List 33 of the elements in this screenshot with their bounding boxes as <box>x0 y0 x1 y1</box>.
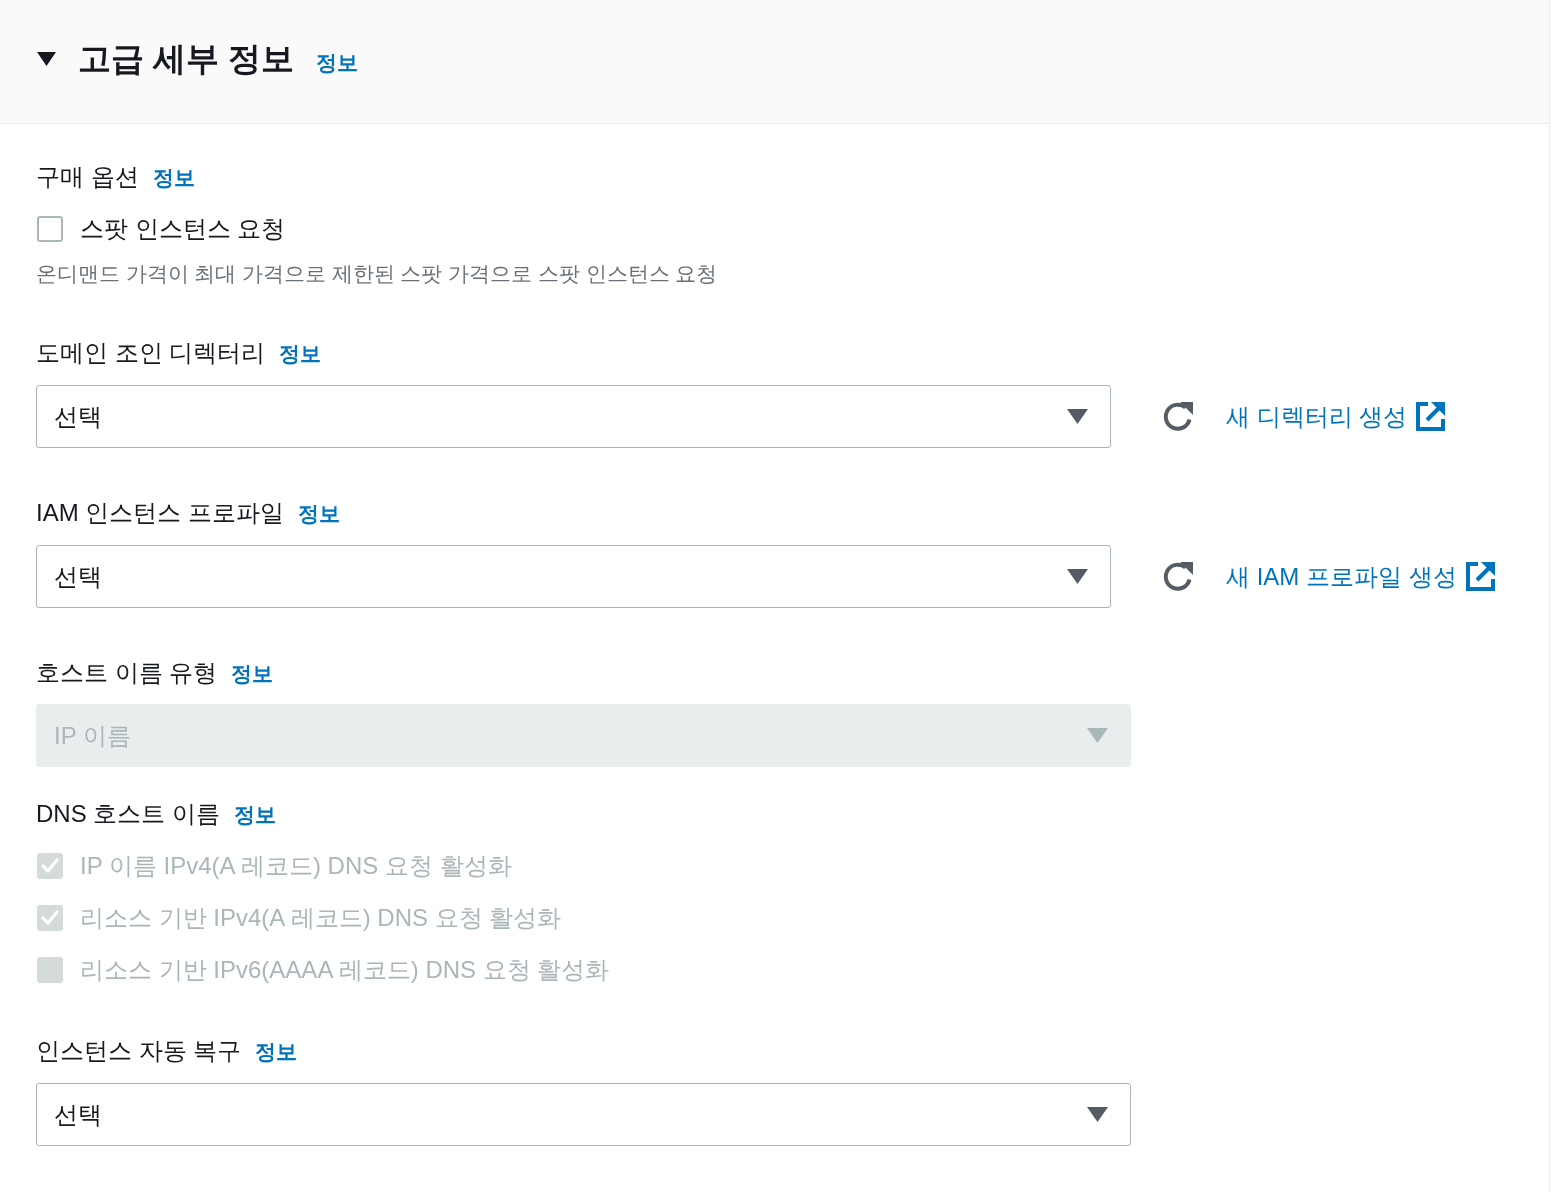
refresh-icon[interactable] <box>1161 559 1195 594</box>
external-link-icon <box>1416 402 1446 431</box>
field-label: 도메인 조인 디렉터리 <box>36 338 266 368</box>
field-description: 온디맨드 가격이 최대 가격으로 제한된 스팟 가격으로 스팟 인스턴스 요청 <box>36 261 719 287</box>
refresh-icon[interactable] <box>1161 399 1195 434</box>
info-link[interactable]: 정보 <box>316 48 359 77</box>
select-dropdown[interactable]: 선택 <box>36 545 1111 608</box>
caret-down-icon <box>1067 569 1088 584</box>
checkbox[interactable] <box>37 216 63 242</box>
checkbox-label: 스팟 인스턴스 요청 <box>80 214 286 244</box>
info-link[interactable]: 정보 <box>255 1038 298 1066</box>
create-link[interactable]: 새 디렉터리 생성 <box>1226 400 1446 433</box>
field-label: 구매 옵션 <box>36 162 139 192</box>
caret-icon[interactable] <box>37 51 56 66</box>
field-label: 인스턴스 자동 복구 <box>36 1036 242 1066</box>
create-link[interactable]: 새 IAM 프로파일 생성 <box>1226 560 1495 593</box>
caret-down-icon <box>1087 728 1108 743</box>
caret-down-icon <box>1087 1107 1108 1122</box>
field-label: DNS 호스트 이름 <box>36 799 220 829</box>
field-label: IAM 인스턴스 프로파일 <box>36 498 284 528</box>
section-title: 고급 세부 정보 <box>78 38 295 79</box>
caret-down-icon <box>1067 409 1088 424</box>
field-label: 호스트 이름 유형 <box>36 658 218 688</box>
select-dropdown[interactable]: 선택 <box>36 385 1111 448</box>
info-link[interactable]: 정보 <box>279 340 322 368</box>
checkbox-label: IP 이름 IPv4(A 레코드) DNS 요청 활성화 <box>80 851 512 881</box>
select-dropdown[interactable]: 선택 <box>36 1083 1131 1146</box>
checkbox-label: 리소스 기반 IPv6(AAAA 레코드) DNS 요청 활성화 <box>80 955 610 985</box>
checkbox-label: 리소스 기반 IPv4(A 레코드) DNS 요청 활성화 <box>80 903 562 933</box>
external-link-icon <box>1465 562 1495 591</box>
info-link[interactable]: 정보 <box>298 500 340 528</box>
info-link[interactable]: 정보 <box>152 164 195 192</box>
info-link[interactable]: 정보 <box>234 801 276 829</box>
